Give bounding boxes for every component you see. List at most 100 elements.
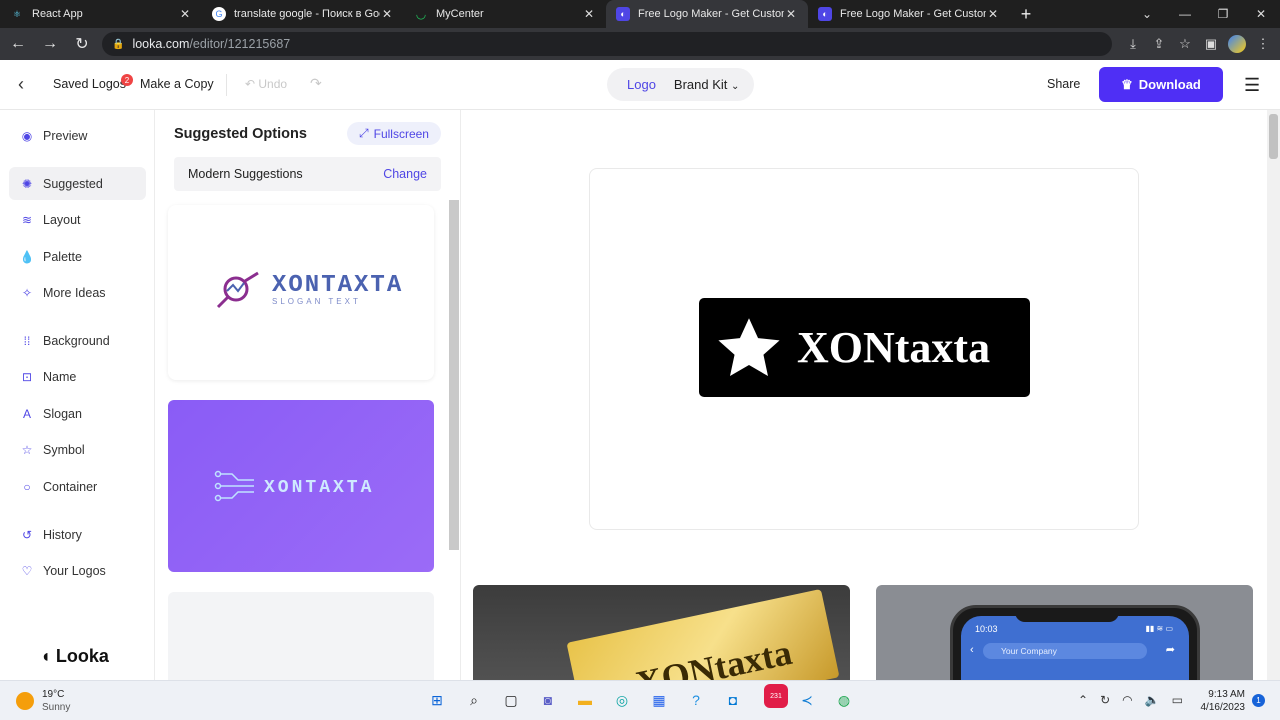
tab-mycenter[interactable]: ◡ MyCenter ✕ [404, 0, 606, 28]
edge-icon[interactable]: ◎ [610, 688, 634, 712]
tab-looka-active[interactable]: ◐ Free Logo Maker - Get Custom Logo ✕ [606, 0, 808, 28]
chevron-down-icon[interactable]: ⌄ [1128, 0, 1166, 28]
close-window-icon[interactable]: ✕ [1242, 0, 1280, 28]
sun-icon [16, 692, 34, 710]
sidebar-item-label: Preview [43, 128, 88, 143]
sidebar-item-container[interactable]: ○ Container [9, 470, 146, 503]
sidebar-item-name[interactable]: ⊡ Name [9, 360, 146, 393]
sidebar-item-more-ideas[interactable]: ✧ More Ideas [9, 276, 146, 309]
make-copy-link[interactable]: Make a Copy [140, 77, 214, 91]
logo-canvas[interactable]: XONtaxta [589, 168, 1139, 530]
app-icon[interactable]: ◘ [721, 688, 745, 712]
tab-react-app[interactable]: ⚛ React App ✕ [0, 0, 202, 28]
close-icon[interactable]: ✕ [784, 7, 798, 21]
undo-icon: ↶ [245, 77, 259, 91]
windows-start-icon[interactable]: ⊞ [425, 688, 449, 712]
react-icon: ⚛ [12, 8, 22, 19]
close-icon[interactable]: ✕ [178, 7, 192, 21]
chrome-icon[interactable]: ◍ [832, 688, 856, 712]
system-tray: ⌃ ↻ ◠ 🔈 ▭ [1078, 693, 1183, 707]
store-icon[interactable]: ▦ [647, 688, 671, 712]
battery-icon[interactable]: ▭ [1172, 693, 1183, 707]
help-icon[interactable]: ? [684, 688, 708, 712]
bookmark-star-icon[interactable]: ☆ [1172, 31, 1198, 57]
suggestion-card[interactable]: XONTAXTA [168, 400, 434, 572]
tab-logo[interactable]: Logo [627, 77, 656, 92]
back-arrow-icon[interactable]: ← [4, 30, 32, 58]
tab-google-translate[interactable]: G translate google - Поиск в Google ✕ [202, 0, 404, 28]
share-button[interactable]: Share [1047, 77, 1080, 91]
sidebar-item-palette[interactable]: 💧 Palette [9, 240, 146, 273]
main-scrollbar[interactable] [1267, 110, 1280, 680]
forward-arrow-icon[interactable]: → [36, 30, 64, 58]
panel-scrollbar[interactable] [449, 200, 459, 550]
file-explorer-icon[interactable]: ▬ [573, 688, 597, 712]
signal-icon: ▮▮ ≋ ▭ [1145, 624, 1173, 633]
volume-icon[interactable]: 🔈 [1145, 693, 1160, 707]
logo-preview[interactable]: XONtaxta [699, 298, 1030, 397]
hamburger-menu-icon[interactable]: ☰ [1244, 75, 1260, 96]
chevron-up-icon[interactable]: ⌃ [1078, 693, 1088, 707]
tab-looka[interactable]: ◐ Free Logo Maker - Get Custom Logo ✕ [808, 0, 1010, 28]
sidebar-item-background[interactable]: ⁞⁞ Background [9, 324, 146, 357]
business-card-mockup[interactable]: XONtaxta [473, 585, 850, 680]
phone-screen: 10:03 ▮▮ ≋ ▭ ‹ Your Company ➦ [961, 616, 1189, 680]
maximize-icon[interactable]: ❐ [1204, 0, 1242, 28]
notification-badge[interactable]: 1 [1252, 694, 1265, 707]
install-icon[interactable]: ⤓ [1120, 31, 1146, 57]
new-tab-button[interactable]: + [1014, 0, 1038, 28]
fullscreen-button[interactable]: ⤢ Fullscreen [347, 122, 441, 145]
taskbar-apps: ⊞ ⌕ ▢ ◙ ▬ ◎ ▦ ? ◘ ➤231 ≺ ◍ [425, 684, 856, 712]
share-arrow-icon: ➦ [1165, 644, 1175, 656]
sidebar-item-slogan[interactable]: A Slogan [9, 397, 146, 430]
sidebar-item-history[interactable]: ↺ History [9, 518, 146, 551]
suggestion-card[interactable]: XONTAXTA SLOGAN TEXT [168, 205, 434, 380]
close-icon[interactable]: ✕ [986, 7, 1000, 21]
minimize-icon[interactable]: — [1166, 0, 1204, 28]
sidebar-item-label: Background [43, 333, 110, 348]
url-field[interactable]: 🔒 looka.com /editor/121215687 [102, 32, 1112, 56]
star-icon: ☆ [21, 442, 33, 457]
sidebar-item-suggested[interactable]: ✺ Suggested [9, 167, 146, 200]
more-vert-icon[interactable]: ⋮ [1250, 31, 1276, 57]
sidebar-item-label: Symbol [43, 442, 85, 457]
tab-brand-kit[interactable]: Brand Kit ⌄ [674, 77, 740, 92]
vscode-icon[interactable]: ≺ [795, 688, 819, 712]
sidebar-item-label: Palette [43, 249, 82, 264]
chat-icon[interactable]: ◙ [536, 688, 560, 712]
phone-notch [1015, 608, 1119, 622]
sidebar-item-label: Container [43, 479, 98, 494]
sidebar-item-symbol[interactable]: ☆ Symbol [9, 433, 146, 466]
editor-sidebar: ◉ Preview ✺ Suggested ≋ Layout 💧 Palette ✧ Mo… [0, 110, 155, 680]
task-view-icon[interactable]: ▢ [499, 688, 523, 712]
suggestion-card-loading[interactable] [168, 592, 434, 680]
sidebar-item-layout[interactable]: ≋ Layout [9, 203, 146, 236]
phone-mockup[interactable]: 10:03 ▮▮ ≋ ▭ ‹ Your Company ➦ [876, 585, 1253, 680]
scrollbar-thumb[interactable] [1269, 114, 1278, 159]
search-icon[interactable]: ⌕ [462, 688, 486, 712]
sidepanel-icon[interactable]: ▣ [1198, 31, 1224, 57]
redo-icon[interactable]: ↷ [310, 75, 322, 92]
change-link[interactable]: Change [383, 167, 427, 181]
close-icon[interactable]: ✕ [380, 7, 394, 21]
sidebar-item-preview[interactable]: ◉ Preview [9, 119, 146, 152]
undo-button[interactable]: ↶ Undo [245, 77, 287, 91]
sparkle-icon: ✺ [21, 176, 33, 191]
expand-icon: ⤢ [359, 126, 369, 140]
wifi-icon[interactable]: ◠ [1122, 693, 1132, 707]
reload-icon[interactable]: ↻ [68, 30, 96, 58]
logo-text: XONtaxta [797, 323, 991, 372]
share-icon[interactable]: ⇪ [1146, 31, 1172, 57]
profile-avatar-icon[interactable] [1224, 31, 1250, 57]
system-clock[interactable]: 9:13 AM 4/16/2023 [1199, 688, 1246, 714]
weather-widget[interactable]: 19°C Sunny [16, 688, 70, 714]
sync-icon[interactable]: ↻ [1100, 693, 1110, 707]
download-button[interactable]: ♛ Download [1099, 67, 1223, 102]
close-icon[interactable]: ✕ [582, 7, 596, 21]
saved-logos-link[interactable]: Saved Logos [53, 77, 126, 91]
chevron-left-icon[interactable]: ‹ [18, 74, 24, 95]
google-icon: G [212, 7, 226, 21]
card-logo-name: XONTAXTA [272, 272, 404, 299]
sidebar-item-your-logos[interactable]: ♡ Your Logos [9, 554, 146, 587]
telegram-icon[interactable]: ➤231 [758, 684, 788, 712]
